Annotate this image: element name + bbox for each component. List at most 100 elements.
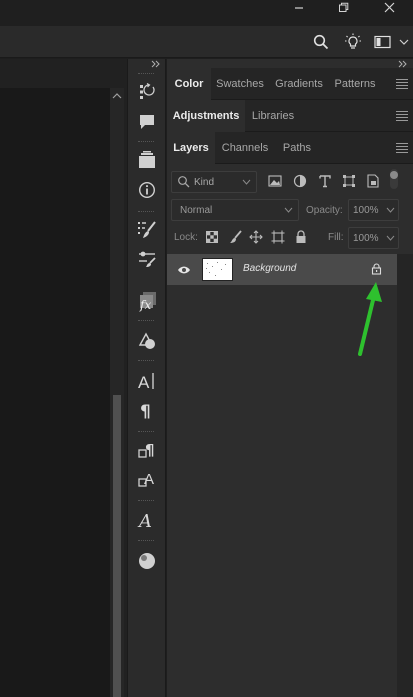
scroll-up-button[interactable]	[111, 90, 123, 102]
tab-layers[interactable]: Layers	[167, 132, 215, 164]
tab-libraries[interactable]: Libraries	[247, 100, 299, 132]
brush-icon	[230, 230, 242, 243]
fill-label: Fill:	[328, 232, 344, 243]
fill-field[interactable]: 100%	[348, 227, 399, 249]
filter-type-button[interactable]	[316, 172, 334, 190]
brush-settings-panel-button[interactable]	[134, 247, 160, 271]
move-icon	[249, 230, 263, 244]
minimize-icon	[295, 7, 303, 9]
layer-visibility-toggle[interactable]	[175, 261, 193, 279]
close-button[interactable]	[374, 0, 404, 14]
restore-icon	[338, 2, 348, 12]
character-panel-button[interactable]: A	[134, 369, 160, 393]
transform-icon	[343, 175, 355, 187]
document-canvas[interactable]	[0, 88, 110, 697]
brushes-panel-button[interactable]	[134, 218, 160, 242]
tab-paths[interactable]: Paths	[277, 132, 317, 164]
character-styles-icon: A	[138, 471, 154, 488]
minimize-button[interactable]	[284, 0, 314, 14]
comment-icon	[140, 115, 154, 129]
filter-toggle[interactable]	[388, 169, 400, 191]
layer-lock-indicator[interactable]	[369, 261, 383, 277]
prevent-auto-nesting-button[interactable]	[270, 228, 286, 246]
filter-pixel-button[interactable]	[266, 172, 284, 190]
tab-adjustments[interactable]: Adjustments	[167, 100, 245, 132]
color-panel-tabs: Color Swatches Gradients Patterns	[167, 68, 413, 100]
character-styles-panel-button[interactable]: A	[134, 467, 160, 491]
paragraph-icon: ¶	[140, 402, 151, 419]
thumbnail-preview-icon	[206, 262, 226, 276]
tab-swatches[interactable]: Swatches	[213, 68, 267, 100]
history-panel-button[interactable]	[134, 80, 160, 104]
shapes-icon	[138, 332, 155, 349]
tab-patterns[interactable]: Patterns	[330, 68, 380, 100]
strip-grip	[138, 73, 154, 75]
tab-gradients[interactable]: Gradients	[271, 68, 327, 100]
comments-panel-button[interactable]	[134, 110, 160, 134]
blend-mode-select[interactable]: Normal	[171, 199, 299, 221]
3d-panel-button[interactable]	[134, 549, 160, 573]
paragraph-panel-button[interactable]: ¶	[134, 398, 160, 422]
workspace-dropdown[interactable]	[396, 32, 412, 52]
svg-text:¶: ¶	[140, 402, 151, 419]
lock-position-button[interactable]	[248, 228, 264, 246]
restore-button[interactable]	[328, 0, 358, 14]
strip-grip	[138, 141, 154, 143]
strip-grip	[138, 320, 154, 322]
panel-menu-icon[interactable]	[396, 111, 408, 121]
scrollbar-thumb[interactable]	[113, 395, 121, 697]
lock-all-button[interactable]	[293, 228, 309, 246]
artboard-icon	[271, 230, 285, 244]
styles-panel-button[interactable]: fx	[134, 290, 160, 314]
layers-scrollbar[interactable]	[397, 254, 413, 697]
annotation-arrow	[358, 282, 382, 356]
properties-panel-button[interactable]	[134, 178, 160, 202]
glyphs-panel-button[interactable]: A	[134, 508, 160, 532]
libraries-panel-button[interactable]	[134, 148, 160, 172]
search-icon	[178, 176, 190, 188]
brush-presets-icon	[138, 221, 156, 238]
info-icon	[138, 181, 156, 199]
lightbulb-icon	[345, 33, 361, 49]
tab-color[interactable]: Color	[167, 68, 211, 100]
shapes-panel-button[interactable]	[134, 329, 160, 353]
smart-object-icon	[367, 174, 379, 188]
close-icon	[384, 2, 394, 12]
panel-menu-icon[interactable]	[396, 79, 408, 89]
search-button[interactable]	[310, 32, 332, 52]
panel-menu-icon[interactable]	[396, 143, 408, 153]
chevron-down-icon	[386, 235, 395, 241]
strip-grip	[138, 540, 154, 542]
workspace-icon	[374, 35, 391, 49]
tab-channels[interactable]: Channels	[217, 132, 273, 164]
lock-icon	[296, 230, 306, 243]
layers-panel-tabs: Layers Channels Paths	[167, 132, 413, 164]
half-circle-icon	[293, 174, 307, 188]
paragraph-styles-panel-button[interactable]: ¶	[134, 438, 160, 462]
layer-filter-select[interactable]: Kind	[171, 171, 257, 193]
filter-adjustment-button[interactable]	[291, 172, 309, 190]
collapse-strip-button[interactable]	[150, 59, 164, 71]
lock-image-pixels-button[interactable]	[227, 228, 243, 246]
workspace-button[interactable]	[372, 32, 394, 52]
glyphs-icon: A	[137, 511, 152, 530]
layer-name[interactable]: Background	[243, 263, 296, 274]
strip-grip	[138, 500, 154, 502]
search-icon	[313, 34, 329, 50]
strip-grip	[138, 211, 154, 213]
library-icon	[139, 151, 155, 168]
strip-grip	[138, 431, 154, 433]
chevron-down-icon	[386, 207, 395, 213]
filter-smart-object-button[interactable]	[364, 172, 382, 190]
filter-shape-button[interactable]	[340, 172, 358, 190]
chevron-down-icon	[399, 39, 409, 45]
blend-mode-value: Normal	[180, 204, 213, 216]
chevron-down-icon	[284, 207, 293, 213]
discover-button[interactable]	[342, 32, 364, 52]
svg-text:A: A	[138, 373, 150, 391]
layer-thumbnail[interactable]	[202, 258, 233, 281]
svg-text:¶: ¶	[145, 441, 155, 459]
opacity-field[interactable]: 100%	[348, 199, 399, 221]
lock-transparent-pixels-button[interactable]	[204, 228, 220, 246]
sphere-icon	[139, 553, 155, 569]
